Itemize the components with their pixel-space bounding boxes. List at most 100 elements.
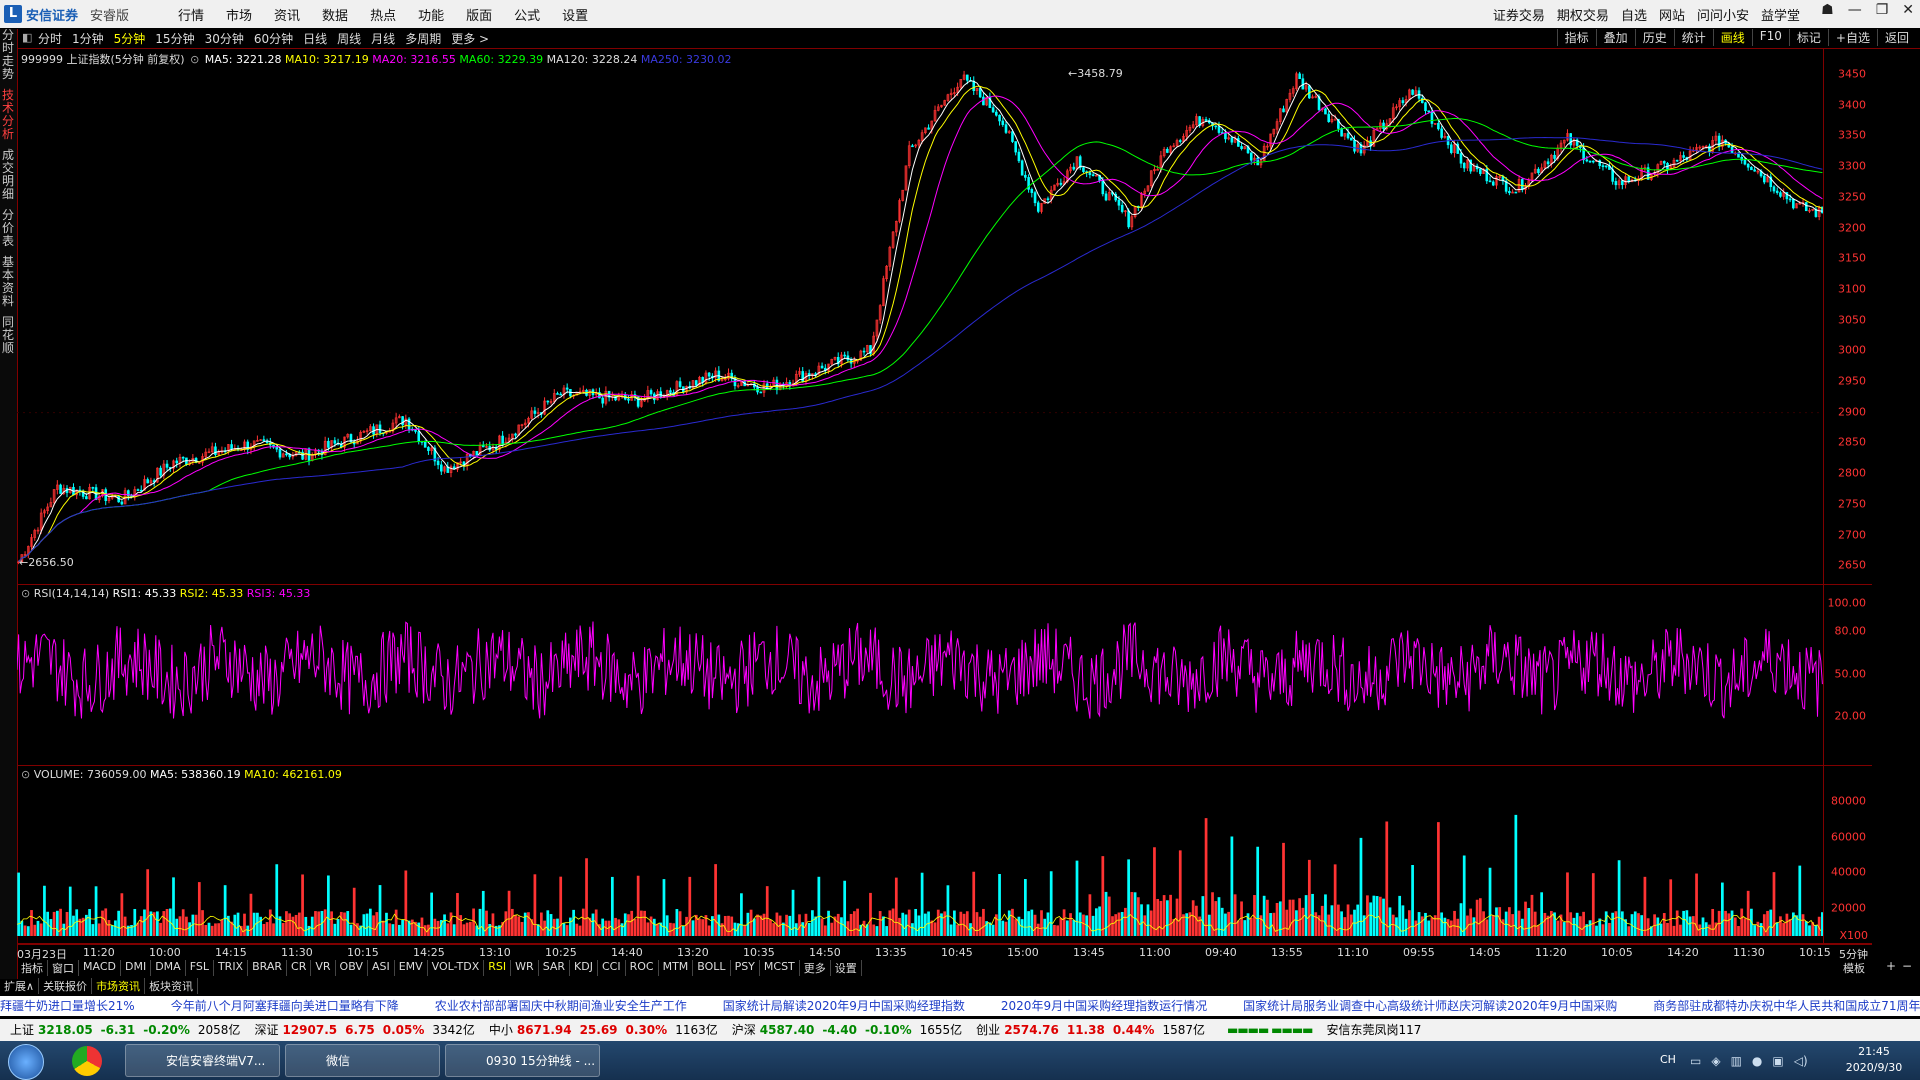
start-button[interactable] (8, 1044, 44, 1080)
news-item-0[interactable]: 拜疆牛奶进口量增长21% (0, 996, 135, 1016)
period-3[interactable]: 15分钟 (155, 30, 194, 47)
sub-tab-2[interactable]: 市场资讯 (92, 978, 146, 994)
task-anxin-terminal[interactable]: 安信安睿终端V7... (125, 1044, 280, 1077)
left-tab-5[interactable]: 同花顺 (0, 316, 16, 355)
indicator-tab-19[interactable]: ROC (626, 960, 659, 976)
ime-indicator[interactable]: CH (1660, 1053, 1676, 1066)
menu-formula[interactable]: 公式 (514, 5, 540, 24)
period-0[interactable]: 分时 (38, 30, 62, 47)
index-quote-1[interactable]: 深证 12907.5 6.75 0.05% 3342亿 (254, 1023, 478, 1037)
left-tab-1[interactable]: 技术分析 (0, 89, 16, 141)
tool-8[interactable]: 返回 (1876, 29, 1916, 46)
zoom-in-icon[interactable]: + (1886, 959, 1896, 973)
price-chart[interactable] (17, 49, 1824, 584)
wechat-tray-icon[interactable]: ● (1752, 1054, 1762, 1068)
indicator-tab-5[interactable]: FSL (186, 960, 214, 976)
period-10[interactable]: 更多 > (451, 30, 489, 47)
index-quote-3[interactable]: 沪深 4587.40 -4.40 -0.10% 1655亿 (732, 1023, 966, 1037)
indicator-tab-8[interactable]: CR (287, 960, 312, 976)
task-wechat[interactable]: 微信 (285, 1044, 440, 1077)
indicator-tab-25[interactable]: 设置 (831, 960, 862, 976)
minimize-icon[interactable]: — (1848, 2, 1862, 18)
menu-function[interactable]: 功能 (418, 5, 444, 24)
tool-4[interactable]: 画线 (1712, 29, 1752, 46)
indicator-tab-6[interactable]: TRIX (214, 960, 249, 976)
indicator-tab-13[interactable]: VOL-TDX (428, 960, 485, 976)
menu-settings[interactable]: 设置 (562, 5, 588, 24)
index-quote-2[interactable]: 中小 8671.94 25.69 0.30% 1163亿 (489, 1023, 722, 1037)
period-4[interactable]: 30分钟 (205, 30, 244, 47)
menu-securities-trade[interactable]: 证券交易 (1493, 5, 1545, 24)
tray-app-icon[interactable]: ◈ (1711, 1054, 1720, 1068)
volume-icon[interactable]: ◁) (1794, 1054, 1808, 1068)
indicator-tab-24[interactable]: 更多 (800, 960, 831, 976)
indicator-tab-3[interactable]: DMI (121, 960, 152, 976)
skin-icon[interactable]: ☗ (1821, 2, 1834, 18)
menu-watchlist[interactable]: 自选 (1621, 5, 1647, 24)
restore-icon[interactable]: ❐ (1876, 2, 1889, 18)
left-tab-3[interactable]: 分价表 (0, 209, 16, 248)
left-tab-4[interactable]: 基本资料 (0, 256, 16, 308)
menu-options-trade[interactable]: 期权交易 (1557, 5, 1609, 24)
indicator-tab-0[interactable]: 指标 (17, 960, 48, 976)
layout-toggle-icon[interactable]: ◧ (22, 31, 32, 44)
menu-market[interactable]: 市场 (226, 5, 252, 24)
network-icon[interactable]: ▥ (1731, 1054, 1742, 1068)
period-9[interactable]: 多周期 (405, 30, 441, 47)
indicator-tab-1[interactable]: 窗口 (48, 960, 79, 976)
menu-website[interactable]: 网站 (1659, 5, 1685, 24)
indicator-tab-4[interactable]: DMA (151, 960, 186, 976)
template-button[interactable]: 模板 (1843, 960, 1865, 976)
period-7[interactable]: 周线 (337, 30, 361, 47)
period-5[interactable]: 60分钟 (254, 30, 293, 47)
tool-5[interactable]: F10 (1751, 29, 1789, 46)
zoom-out-icon[interactable]: − (1902, 959, 1912, 973)
menu-info[interactable]: 资讯 (274, 5, 300, 24)
period-8[interactable]: 月线 (371, 30, 395, 47)
indicator-tab-2[interactable]: MACD (79, 960, 121, 976)
menu-layout[interactable]: 版面 (466, 5, 492, 24)
news-item-2[interactable]: 农业农村部部署国庆中秋期间渔业安全生产工作 (435, 996, 687, 1016)
indicator-tab-23[interactable]: MCST (760, 960, 800, 976)
tool-2[interactable]: 历史 (1634, 29, 1674, 46)
indicator-tab-7[interactable]: BRAR (248, 960, 288, 976)
period-2[interactable]: 5分钟 (114, 30, 146, 47)
index-quote-4[interactable]: 创业 2574.76 11.38 0.44% 1587亿 (976, 1023, 1209, 1037)
indicator-tab-22[interactable]: PSY (731, 960, 760, 976)
menu-quotes[interactable]: 行情 (178, 5, 204, 24)
indicator-tab-11[interactable]: ASI (368, 960, 395, 976)
indicator-tab-12[interactable]: EMV (395, 960, 428, 976)
indicator-tab-9[interactable]: VR (311, 960, 336, 976)
index-quote-0[interactable]: 上证 3218.05 -6.31 -0.20% 2058亿 (10, 1023, 244, 1037)
news-item-3[interactable]: 国家统计局解读2020年9月中国采购经理指数 (723, 996, 965, 1016)
indicator-tab-21[interactable]: BOLL (693, 960, 731, 976)
left-tab-0[interactable]: 分时走势 (0, 29, 16, 81)
monitor-icon[interactable]: ▣ (1772, 1054, 1783, 1068)
sub-tab-1[interactable]: 关联报价 (39, 978, 93, 994)
indicator-tab-18[interactable]: CCI (598, 960, 626, 976)
news-item-6[interactable]: 商务部驻成都特办庆祝中华人民共和国成立71周年! (1653, 996, 1920, 1016)
tool-7[interactable]: +自选 (1827, 29, 1877, 46)
tool-1[interactable]: 叠加 (1595, 29, 1635, 46)
period-1[interactable]: 1分钟 (72, 30, 104, 47)
menu-yixuetang[interactable]: 益学堂 (1761, 5, 1800, 24)
indicator-tab-10[interactable]: OBV (336, 960, 368, 976)
period-6[interactable]: 日线 (303, 30, 327, 47)
indicator-tab-17[interactable]: KDJ (570, 960, 598, 976)
tool-6[interactable]: 标记 (1788, 29, 1828, 46)
news-item-1[interactable]: 今年前八个月阿塞拜疆向美进口量略有下降 (171, 996, 399, 1016)
chrome-icon[interactable] (72, 1046, 102, 1076)
rsi-chart[interactable] (17, 585, 1824, 765)
tool-0[interactable]: 指标 (1556, 29, 1596, 46)
news-item-4[interactable]: 2020年9月中国采购经理指数运行情况 (1001, 996, 1207, 1016)
close-icon[interactable]: ✕ (1902, 2, 1914, 18)
left-tab-2[interactable]: 成交明细 (0, 149, 16, 201)
menu-data[interactable]: 数据 (322, 5, 348, 24)
indicator-tab-14[interactable]: RSI (484, 960, 512, 976)
indicator-tab-16[interactable]: SAR (539, 960, 571, 976)
news-item-5[interactable]: 国家统计局服务业调查中心高级统计师赵庆河解读2020年9月中国采购 (1243, 996, 1617, 1016)
sub-tab-0[interactable]: 扩展∧ (0, 978, 40, 994)
volume-chart[interactable] (17, 766, 1824, 943)
task-chart-window[interactable]: 0930 15分钟线 - ... (445, 1044, 600, 1077)
clock[interactable]: 21:45 2020/9/30 (1834, 1044, 1914, 1076)
